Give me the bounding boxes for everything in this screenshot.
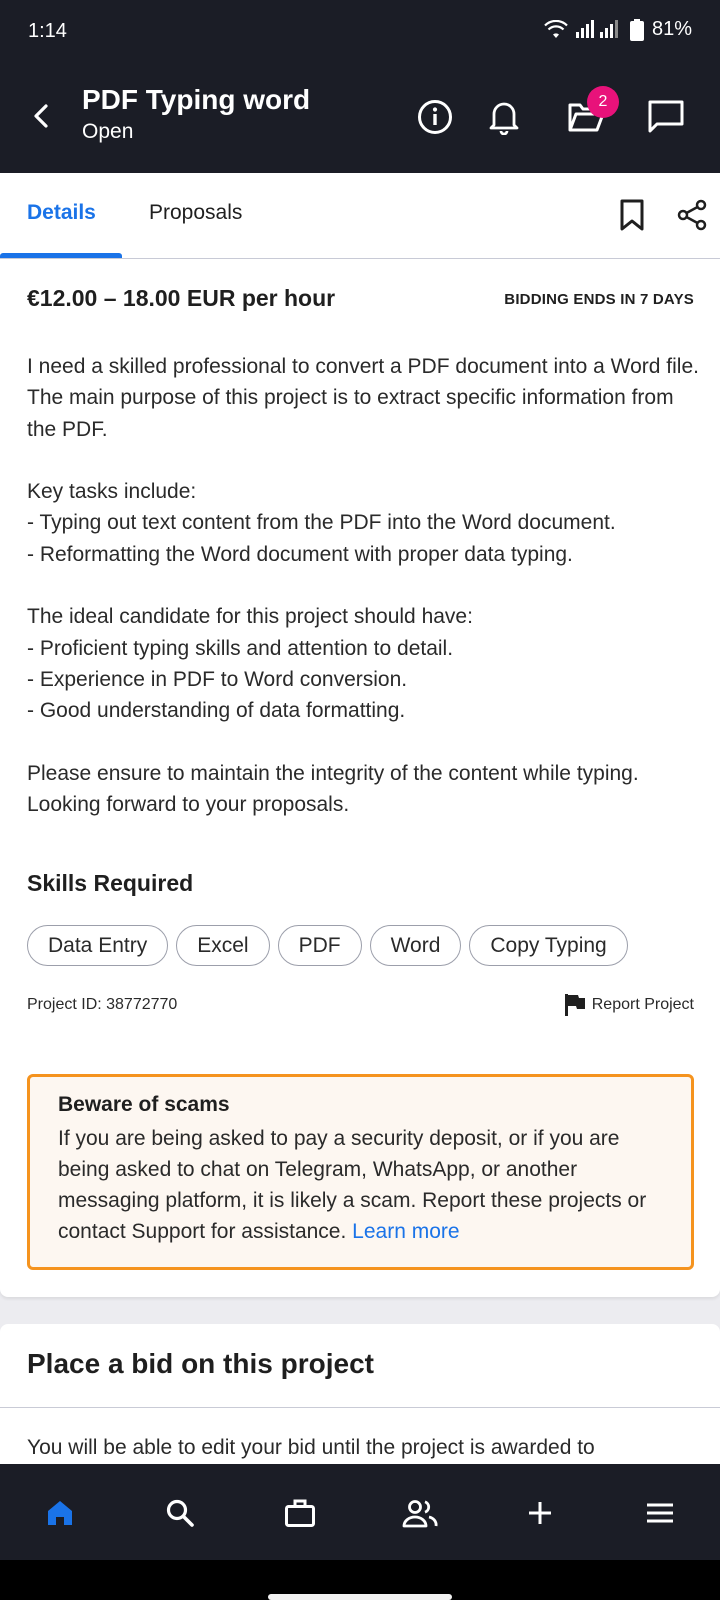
description-line xyxy=(27,445,707,476)
signal-icon xyxy=(575,19,618,38)
nav-home[interactable] xyxy=(35,1488,85,1538)
nav-projects[interactable] xyxy=(275,1488,325,1538)
divider xyxy=(0,1407,720,1408)
share-icon xyxy=(677,199,707,231)
briefcase-icon xyxy=(285,1499,315,1527)
description-line: The ideal candidate for this project sho… xyxy=(27,605,473,629)
nav-post-project[interactable] xyxy=(515,1488,565,1538)
search-icon xyxy=(166,1499,194,1527)
place-bid-heading: Place a bid on this project xyxy=(27,1348,374,1379)
hourly-rate: €12.00 – 18.00 EUR per hour xyxy=(27,285,336,311)
bottom-navigation xyxy=(0,1464,720,1560)
warning-title: Beware of scams xyxy=(58,1093,230,1116)
inbox-badge: 2 xyxy=(587,86,619,118)
info-icon xyxy=(418,100,452,134)
description-line: I need a skilled professional to convert… xyxy=(27,355,699,441)
description-line: - Reformatting the Word document with pr… xyxy=(27,542,573,566)
tab-details[interactable]: Details xyxy=(27,201,96,225)
project-status: Open xyxy=(82,120,134,143)
app-bar: PDF Typing word Open 2 xyxy=(0,64,720,173)
bookmark-icon xyxy=(620,199,644,231)
report-project-button[interactable]: Report Project xyxy=(564,993,694,1017)
bell-icon xyxy=(489,102,519,135)
home-icon xyxy=(48,1501,72,1525)
active-tab-indicator xyxy=(0,253,122,258)
chevron-left-icon xyxy=(34,104,48,128)
description-line: - Good understanding of data formatting. xyxy=(27,699,406,723)
bid-info-text: You will be able to edit your bid until … xyxy=(27,1436,595,1459)
notifications-button[interactable] xyxy=(481,94,527,140)
back-button[interactable] xyxy=(22,96,62,136)
plus-icon xyxy=(529,1502,551,1524)
status-time: 1:14 xyxy=(28,20,67,42)
nav-people[interactable] xyxy=(395,1488,445,1538)
description-line: - Typing out text content from the PDF i… xyxy=(27,511,616,535)
battery-icon xyxy=(629,18,644,41)
skill-chip-copy-typing[interactable]: Copy Typing xyxy=(469,925,628,966)
project-description: I need a skilled professional to convert… xyxy=(27,351,707,820)
tab-proposals[interactable]: Proposals xyxy=(149,201,242,225)
scam-warning: Beware of scams If you are being asked t… xyxy=(27,1074,694,1270)
report-project-label: Report Project xyxy=(591,996,694,1013)
project-details-card: €12.00 – 18.00 EUR per hour BIDDING ENDS… xyxy=(0,259,720,1297)
battery-level: 81% xyxy=(651,18,692,40)
description-line xyxy=(27,570,707,601)
share-button[interactable] xyxy=(672,195,712,235)
learn-more-link[interactable]: Learn more xyxy=(352,1220,459,1243)
chat-icon xyxy=(648,100,684,133)
people-icon xyxy=(402,1500,438,1528)
nav-menu[interactable] xyxy=(635,1488,685,1538)
bookmark-button[interactable] xyxy=(612,195,652,235)
info-button[interactable] xyxy=(412,94,458,140)
skill-chip-data-entry[interactable]: Data Entry xyxy=(27,925,169,966)
tab-bar: Details Proposals xyxy=(0,173,720,259)
flag-icon xyxy=(564,994,585,1016)
projects-inbox-button[interactable]: 2 xyxy=(563,86,619,140)
place-bid-card: Place a bid on this project You will be … xyxy=(0,1324,720,1464)
page-title: PDF Typing word xyxy=(82,84,311,115)
description-line xyxy=(27,727,707,758)
project-id: Project ID: 38772770 xyxy=(27,996,178,1013)
skill-chip-excel[interactable]: Excel xyxy=(176,925,270,966)
description-line: - Experience in PDF to Word conversion. xyxy=(27,667,408,691)
wifi-icon xyxy=(544,19,568,38)
description-line: Please ensure to maintain the integrity … xyxy=(27,761,639,817)
gesture-handle[interactable] xyxy=(268,1594,452,1600)
status-bar: 1:14 81% xyxy=(0,0,720,64)
nav-search[interactable] xyxy=(155,1488,205,1538)
description-line: - Proficient typing skills and attention… xyxy=(27,636,454,660)
description-line: Key tasks include: xyxy=(27,480,197,504)
menu-icon xyxy=(647,1503,673,1523)
skills-heading: Skills Required xyxy=(27,870,194,896)
skill-chip-word[interactable]: Word xyxy=(369,925,462,966)
bidding-deadline: BIDDING ENDS IN 7 DAYS xyxy=(504,291,694,308)
skill-chip-pdf[interactable]: PDF xyxy=(277,925,362,966)
messages-button[interactable] xyxy=(643,94,689,140)
skills-list: Data Entry Excel PDF Word Copy Typing xyxy=(27,925,628,966)
